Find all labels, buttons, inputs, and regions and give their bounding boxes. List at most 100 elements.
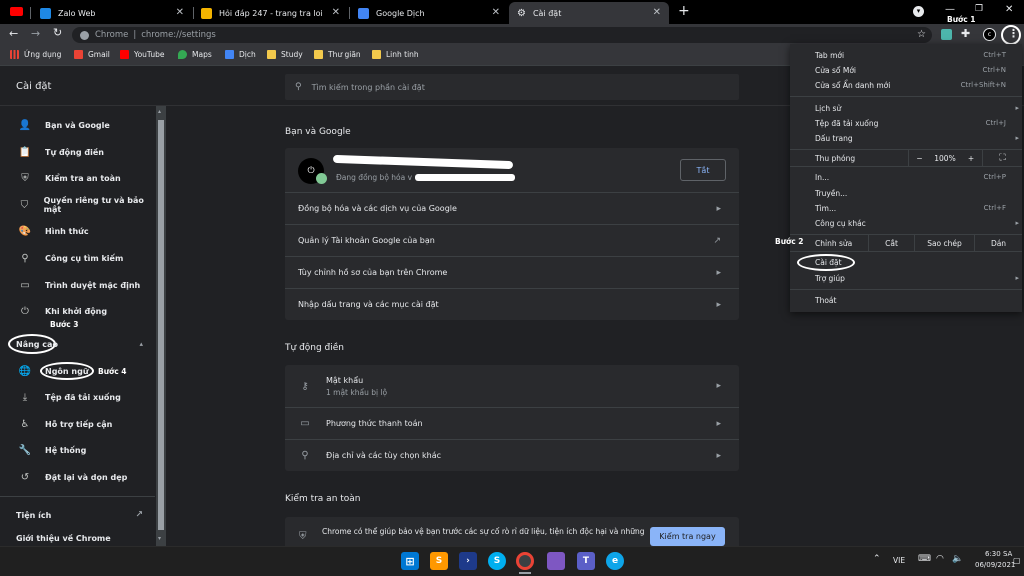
address-bar[interactable]: Chrome | chrome://settings ☆ bbox=[72, 27, 932, 43]
sidebar-item-reset[interactable]: ↺ Đặt lại và dọn dẹp bbox=[0, 466, 155, 488]
menu-item-incognito[interactable]: Cửa sổ Ẩn danh mới Ctrl+Shift+N bbox=[790, 77, 1022, 93]
back-arrow-icon[interactable]: ← bbox=[9, 27, 18, 40]
menu-item-find[interactable]: Tìm... Ctrl+F bbox=[790, 200, 1022, 216]
windows-start-icon[interactable]: ⊞ bbox=[401, 552, 419, 570]
minimize-icon[interactable]: — bbox=[945, 4, 955, 15]
profile-avatar[interactable]: c bbox=[983, 28, 996, 41]
tab-google-translate[interactable]: Google Dịch ✕ bbox=[350, 2, 508, 24]
more-menu-icon[interactable]: ⋮ bbox=[1008, 27, 1019, 40]
google-translate-icon bbox=[358, 7, 369, 19]
teams-icon[interactable]: T bbox=[577, 552, 595, 570]
sidebar-item-you-google[interactable]: 👤 Bạn và Google bbox=[0, 114, 155, 136]
bookmark-linhtinh[interactable]: Linh tinh bbox=[372, 50, 419, 59]
clock-time[interactable]: 6:30 SA bbox=[985, 550, 1012, 558]
forward-arrow-icon[interactable]: → bbox=[31, 27, 40, 40]
menu-item-help[interactable]: Trợ giúp ▸ bbox=[790, 270, 1022, 286]
new-tab-button[interactable]: + bbox=[678, 3, 690, 19]
sidebar-item-languages[interactable]: 🌐 Ngôn ngữ bbox=[0, 360, 155, 382]
settings-row-passwords[interactable]: ⚷ Mật khẩu 1 mật khẩu bị lộ ▸ bbox=[285, 365, 739, 407]
menu-item-new-tab[interactable]: Tab mới Ctrl+T bbox=[790, 47, 1022, 63]
tab-settings[interactable]: ⚙ Cài đặt ✕ bbox=[509, 2, 669, 24]
sidebar-item-accessibility[interactable]: ♿ Hỗ trợ tiếp cận bbox=[0, 413, 155, 435]
sidebar-item-extensions[interactable]: Tiện ích ↗ bbox=[0, 504, 155, 526]
paste-button[interactable]: Dán bbox=[974, 235, 1022, 251]
settings-row-customize-profile[interactable]: Tùy chỉnh hồ sơ của bạn trên Chrome ▸ bbox=[285, 256, 739, 288]
menu-item-more-tools[interactable]: Công cụ khác ▸ bbox=[790, 215, 1022, 231]
search-placeholder: Tìm kiếm trong phần cài đặt bbox=[311, 82, 425, 92]
menu-item-print[interactable]: In... Ctrl+P bbox=[790, 169, 1022, 185]
scroll-down-arrow-icon[interactable]: ▾ bbox=[158, 535, 161, 542]
ime-icon[interactable]: ⌨ bbox=[918, 554, 931, 564]
chevron-up-icon[interactable]: ⌃ bbox=[873, 554, 881, 564]
translate-extension-icon[interactable] bbox=[941, 29, 952, 40]
wifi-icon[interactable]: ◠ bbox=[936, 554, 944, 564]
close-icon[interactable]: ✕ bbox=[332, 7, 340, 18]
settings-row-import-bookmarks[interactable]: Nhập dấu trang và các mục cài đặt ▸ bbox=[285, 288, 739, 320]
sidebar-item-search-engine[interactable]: ⚲ Công cụ tìm kiếm bbox=[0, 247, 155, 269]
bookmark-apps[interactable]: Ứng dụng bbox=[10, 50, 61, 59]
menu-item-history[interactable]: Lịch sử ▸ bbox=[790, 100, 1022, 116]
close-icon[interactable]: ✕ bbox=[176, 7, 184, 18]
bookmark-star-icon[interactable]: ☆ bbox=[917, 29, 926, 40]
clock-date[interactable]: 06/09/2021 bbox=[975, 561, 1015, 569]
bookmark-study[interactable]: Study bbox=[267, 50, 303, 59]
bookmark-translate[interactable]: Dịch bbox=[225, 50, 256, 59]
bookmark-gmail[interactable]: Gmail bbox=[74, 50, 110, 59]
notifications-icon[interactable]: ▢ bbox=[1013, 556, 1021, 565]
chrome-taskbar-icon[interactable] bbox=[516, 552, 534, 570]
sidebar-item-safety-check[interactable]: ⛨ Kiểm tra an toàn bbox=[0, 167, 155, 189]
close-icon[interactable]: ✕ bbox=[653, 7, 661, 18]
maximize-icon[interactable]: ❐ bbox=[975, 4, 983, 14]
menu-item-exit[interactable]: Thoát bbox=[790, 292, 1022, 308]
maps-icon bbox=[178, 50, 187, 59]
extensions-puzzle-icon[interactable]: ✚ bbox=[961, 27, 970, 40]
settings-row-addresses[interactable]: ⚲ Địa chỉ và các tùy chọn khác ▸ bbox=[285, 439, 739, 471]
turn-off-sync-button[interactable]: Tắt bbox=[680, 159, 726, 181]
bookmark-thugian[interactable]: Thư giãn bbox=[314, 50, 361, 59]
window-close-icon[interactable]: ✕ bbox=[1005, 4, 1013, 15]
tab-hoidap[interactable]: Hỏi đáp 247 - trang tra loi ✕ bbox=[193, 2, 348, 24]
sidebar-item-on-startup[interactable]: ⏻ Khi khởi động bbox=[0, 300, 155, 322]
check-now-button[interactable]: Kiểm tra ngay bbox=[650, 527, 725, 546]
bookmark-youtube[interactable]: YouTube bbox=[120, 50, 165, 59]
edge-icon[interactable]: e bbox=[606, 552, 624, 570]
close-icon[interactable]: ✕ bbox=[492, 7, 500, 18]
input-language[interactable]: VIE bbox=[893, 556, 905, 565]
sidebar-item-about[interactable]: Giới thiệu về Chrome bbox=[0, 530, 155, 546]
menu-item-downloads[interactable]: Tệp đã tải xuống Ctrl+J bbox=[790, 115, 1022, 131]
menu-item-bookmarks[interactable]: Dấu trang ▸ bbox=[790, 130, 1022, 146]
powershell-icon[interactable]: › bbox=[459, 552, 477, 570]
photo-viewer-icon[interactable] bbox=[547, 552, 565, 570]
youtube-tab-icon[interactable] bbox=[10, 7, 23, 16]
settings-row-sync[interactable]: Đồng bộ hóa và các dịch vụ của Google ▸ bbox=[285, 192, 739, 224]
reload-icon[interactable]: ↻ bbox=[53, 26, 62, 39]
menu-item-new-window[interactable]: Cửa sổ Mới Ctrl+N bbox=[790, 62, 1022, 78]
settings-row-manage-account[interactable]: Quản lý Tài khoản Google của bạn ↗ bbox=[285, 224, 739, 256]
menu-item-cast[interactable]: Truyền... bbox=[790, 185, 1022, 201]
sidebar-item-privacy[interactable]: ⛉ Quyền riêng tư và bảo mật bbox=[0, 194, 155, 216]
sidebar-advanced-toggle[interactable]: Nâng cao ▴ bbox=[0, 333, 155, 355]
cut-button[interactable]: Cắt bbox=[868, 235, 914, 251]
fullscreen-icon[interactable]: ⛶ bbox=[982, 150, 1022, 166]
settings-search-input[interactable]: ⚲ Tìm kiếm trong phần cài đặt bbox=[285, 74, 739, 100]
zoom-out-button[interactable]: − bbox=[908, 150, 930, 166]
bookmark-maps[interactable]: Maps bbox=[178, 50, 212, 59]
sidebar-scroll-thumb[interactable] bbox=[158, 120, 164, 530]
skype-icon[interactable]: S bbox=[488, 552, 506, 570]
folder-icon bbox=[267, 50, 276, 59]
sidebar-item-system[interactable]: 🔧 Hệ thống bbox=[0, 439, 155, 461]
sidebar-item-autofill[interactable]: 📋 Tự động điền bbox=[0, 141, 155, 163]
sidebar-item-default-browser[interactable]: ▭ Trình duyệt mặc định bbox=[0, 274, 155, 296]
tab-search-icon[interactable]: ▾ bbox=[913, 6, 924, 17]
menu-shortcut: Ctrl+J bbox=[985, 119, 1006, 127]
copy-button[interactable]: Sao chép bbox=[914, 235, 974, 251]
tab-zalo[interactable]: Zalo Web ✕ bbox=[32, 2, 192, 24]
menu-item-settings[interactable]: Cài đặt bbox=[790, 254, 1022, 270]
zoom-in-button[interactable]: + bbox=[960, 150, 982, 166]
volume-icon[interactable]: 🔈 bbox=[952, 554, 963, 564]
scroll-up-arrow-icon[interactable]: ▴ bbox=[158, 108, 161, 115]
sidebar-item-downloads[interactable]: ⤓ Tệp đã tải xuống bbox=[0, 386, 155, 408]
sublime-text-icon[interactable]: S bbox=[430, 552, 448, 570]
sidebar-item-appearance[interactable]: 🎨 Hình thức bbox=[0, 220, 155, 242]
settings-row-payment-methods[interactable]: ▭ Phương thức thanh toán ▸ bbox=[285, 407, 739, 439]
